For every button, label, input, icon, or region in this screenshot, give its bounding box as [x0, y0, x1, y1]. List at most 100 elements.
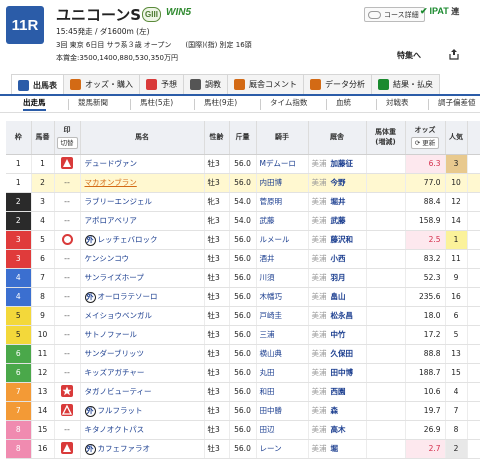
odds-cell[interactable]: 52.3	[405, 268, 446, 288]
jockey-cell[interactable]: 菅原明	[256, 192, 309, 212]
jockey-cell[interactable]: Mデムーロ	[256, 154, 309, 174]
horse-name[interactable]: オーロラテソーロ	[98, 292, 158, 301]
jockey-cell[interactable]: 丸田	[256, 363, 309, 383]
odds-cell[interactable]: 17.2	[405, 325, 446, 345]
trainer-name[interactable]: 久保田	[331, 349, 354, 358]
course-detail-button[interactable]: コース詳細	[364, 7, 425, 22]
jockey-cell[interactable]: 内田博	[256, 173, 309, 193]
odds-cell[interactable]: 77.0	[405, 173, 446, 193]
mark-cell[interactable]: --	[54, 249, 81, 269]
jockey-cell[interactable]: 横山典	[256, 344, 309, 364]
subtab-3[interactable]: 馬柱(9走)	[204, 97, 237, 108]
odds-cell[interactable]: 83.2	[405, 249, 446, 269]
mark-dash-icon[interactable]: --	[61, 215, 73, 227]
trainer-cell[interactable]: 美浦堀	[308, 439, 367, 459]
trainer-cell[interactable]: 美浦 西園	[308, 382, 367, 402]
tab-3[interactable]: 調教	[183, 74, 228, 94]
feature-link[interactable]: 特集へ	[397, 50, 421, 61]
trainer-cell[interactable]: 美浦 久保田	[308, 344, 367, 364]
horse-name-cell[interactable]: タガノビューティー	[80, 382, 205, 402]
horse-name[interactable]: キッズアガチャー	[85, 368, 145, 377]
subtab-6[interactable]: 対戦表	[386, 97, 409, 108]
trainer-name[interactable]: 中竹	[331, 330, 346, 339]
odds-cell[interactable]: 158.9	[405, 211, 446, 231]
subtab-4[interactable]: タイム指数	[270, 97, 307, 108]
trainer-name[interactable]: 藤沢和	[331, 235, 354, 244]
mark-cell[interactable]	[54, 382, 81, 402]
horse-name-cell[interactable]: 外カフェファラオ	[80, 439, 205, 459]
tab-4[interactable]: 厩舎コメント	[227, 74, 304, 94]
odds-cell[interactable]: 2.7	[405, 439, 446, 459]
subtab-7[interactable]: 調子偏差値	[438, 97, 476, 108]
horse-name[interactable]: フルフラット	[98, 406, 143, 415]
horse-name-cell[interactable]: アポロアベリア	[80, 211, 205, 231]
horse-name[interactable]: サンダーブリッツ	[85, 349, 145, 358]
jockey-cell[interactable]: 酒井	[256, 249, 309, 269]
horse-name[interactable]: ケンシンコウ	[85, 254, 129, 263]
odds-cell[interactable]: 188.7	[405, 363, 446, 383]
horse-name-cell[interactable]: キッズアガチャー	[80, 363, 205, 383]
horse-name-cell[interactable]: デュードヴァン	[80, 154, 205, 174]
mark-triangle-icon[interactable]	[61, 157, 73, 169]
mark-dash-icon[interactable]: --	[61, 272, 73, 284]
trainer-name[interactable]: 今野	[331, 178, 346, 187]
odds-cell[interactable]: 10.6	[405, 382, 446, 402]
jockey-cell[interactable]: 戸崎圭	[256, 306, 309, 326]
mark-cell[interactable]: --	[54, 287, 81, 307]
trainer-cell[interactable]: 美浦 松永昌	[308, 306, 367, 326]
horse-name[interactable]: マカオンブラン	[85, 178, 137, 187]
trainer-name[interactable]: 小西	[331, 254, 346, 263]
mark-cell[interactable]: --	[54, 306, 81, 326]
trainer-cell[interactable]: 美浦 中竹	[308, 325, 367, 345]
odds-cell[interactable]: 19.7	[405, 401, 446, 421]
horse-name[interactable]: メイショウベンガル	[85, 311, 153, 320]
jockey-cell[interactable]: レーン	[256, 439, 309, 459]
mark-dash-icon[interactable]: --	[61, 424, 73, 436]
horse-name-cell[interactable]: 外フルフラット	[80, 401, 205, 421]
jockey-cell[interactable]: 武藤	[256, 211, 309, 231]
odds-update-button[interactable]: ⟳ 更新	[410, 137, 440, 150]
mark-switch-button[interactable]: 切替	[56, 137, 78, 150]
jockey-cell[interactable]: ルメール	[256, 230, 309, 250]
horse-name-cell[interactable]: 外オーロラテソーロ	[80, 287, 205, 307]
share-icon[interactable]	[449, 49, 459, 60]
trainer-cell[interactable]: 美浦 羽月	[308, 268, 367, 288]
mark-dash-icon[interactable]: --	[61, 310, 73, 322]
trainer-cell[interactable]: 美浦 田中博	[308, 363, 367, 383]
mark-cell[interactable]: --	[54, 363, 81, 383]
subtab-2[interactable]: 馬柱(5走)	[140, 97, 173, 108]
jockey-cell[interactable]: 川須	[256, 268, 309, 288]
odds-cell[interactable]: 26.9	[405, 420, 446, 440]
mark-dash-icon[interactable]: --	[61, 253, 73, 265]
mark-cell[interactable]: --	[54, 192, 81, 212]
horse-name-cell[interactable]: 外レッチェバロック	[80, 230, 205, 250]
mark-cell[interactable]: --	[54, 420, 81, 440]
mark-dash-icon[interactable]: --	[61, 196, 73, 208]
trainer-name[interactable]: 高木	[331, 425, 346, 434]
jockey-cell[interactable]: 田辺	[256, 420, 309, 440]
trainer-name[interactable]: 堀井	[331, 197, 346, 206]
jockey-cell[interactable]: 三浦	[256, 325, 309, 345]
mark-cell[interactable]	[54, 439, 81, 459]
trainer-cell[interactable]: 美浦 藤沢和	[308, 230, 367, 250]
horse-name[interactable]: サトノファール	[85, 330, 138, 339]
trainer-name[interactable]: 武藤	[331, 216, 346, 225]
trainer-name[interactable]: 羽月	[331, 273, 346, 282]
mark-cell[interactable]: --	[54, 344, 81, 364]
odds-cell[interactable]: 235.6	[405, 287, 446, 307]
horse-name[interactable]: キタノオクトパス	[85, 425, 145, 434]
tab-2[interactable]: 予想	[139, 74, 184, 94]
horse-name[interactable]: レッチェバロック	[98, 235, 158, 244]
trainer-name[interactable]: 畠山	[331, 292, 346, 301]
trainer-name[interactable]: 田中博	[331, 368, 354, 377]
horse-name-cell[interactable]: メイショウベンガル	[80, 306, 205, 326]
subtab-5[interactable]: 血統	[336, 97, 351, 108]
mark-cell[interactable]: --	[54, 173, 81, 193]
trainer-cell[interactable]: 美浦 畠山	[308, 287, 367, 307]
horse-name[interactable]: デュードヴァン	[85, 159, 138, 168]
mark-cell[interactable]	[54, 154, 81, 174]
horse-name-cell[interactable]: サンダーブリッツ	[80, 344, 205, 364]
odds-cell[interactable]: 88.8	[405, 344, 446, 364]
tab-6[interactable]: 結果・払戻	[371, 74, 440, 94]
mark-dash-icon[interactable]: --	[61, 348, 73, 360]
